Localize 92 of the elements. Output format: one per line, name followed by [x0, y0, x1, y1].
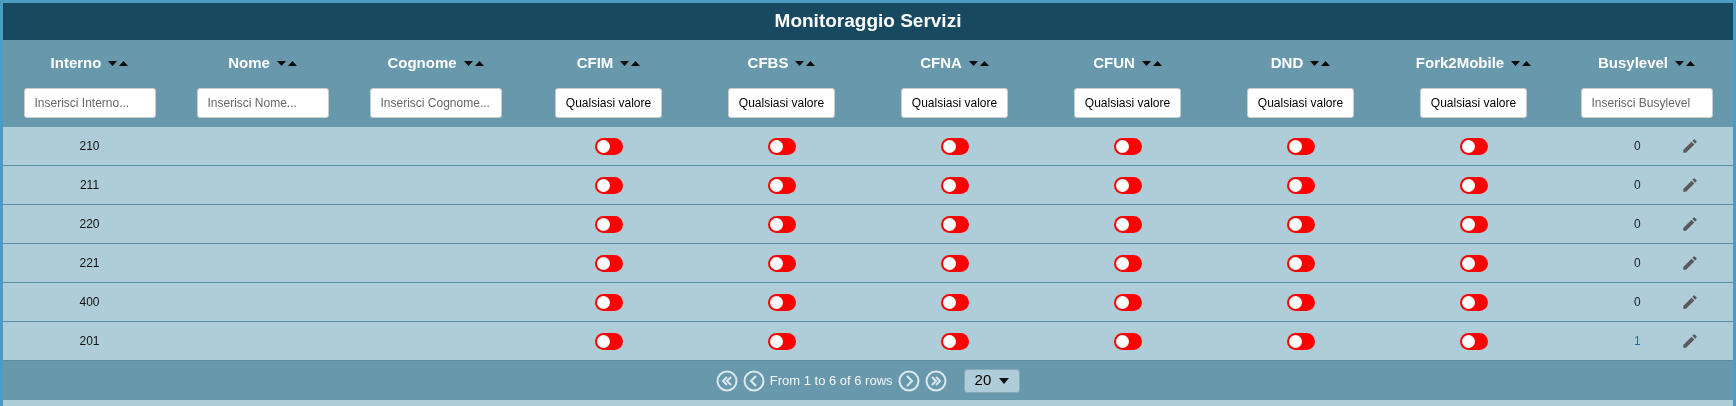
toggle-switch[interactable] — [1459, 176, 1488, 194]
next-page-icon[interactable] — [897, 369, 920, 392]
column-header[interactable]: Busylevel — [1597, 51, 1668, 75]
edit-icon[interactable] — [1680, 176, 1699, 194]
sort-icon[interactable] — [463, 59, 484, 67]
toggle-switch[interactable] — [1286, 215, 1315, 233]
busylevel-value: 0 — [1634, 255, 1641, 272]
toggle-switch[interactable] — [594, 332, 623, 350]
toggle-switch[interactable] — [594, 293, 623, 311]
toggle-switch[interactable] — [1113, 137, 1142, 155]
filter-select[interactable]: Qualsiasi valore — [1246, 88, 1355, 118]
column-header[interactable]: Cognome — [387, 51, 457, 75]
toggle-switch[interactable] — [767, 137, 796, 155]
toggle-switch[interactable] — [940, 215, 969, 233]
sort-icon[interactable] — [1675, 59, 1695, 67]
column-header[interactable]: CFBS — [747, 51, 789, 75]
edit-icon[interactable] — [1680, 293, 1699, 311]
edit-icon[interactable] — [1680, 137, 1699, 155]
toggle-switch[interactable] — [1286, 293, 1315, 311]
filter-input[interactable]: Inserisci Interno... — [23, 88, 156, 118]
sort-icon[interactable] — [1310, 59, 1331, 67]
toggle-switch[interactable] — [1459, 137, 1488, 155]
filter-select[interactable]: Qualsiasi valore — [900, 88, 1009, 118]
toggle-switch[interactable] — [1459, 215, 1488, 233]
table-cell-text: 211 — [79, 177, 100, 194]
busylevel-value: 0 — [1634, 177, 1641, 194]
table-cell-text: 400 — [79, 294, 100, 311]
toggle-switch[interactable] — [594, 137, 623, 155]
filter-select[interactable]: Qualsiasi valore — [1073, 88, 1182, 118]
toggle-switch[interactable] — [594, 176, 623, 194]
column-header[interactable]: Interno — [50, 51, 102, 75]
toggle-switch[interactable] — [767, 332, 796, 350]
toggle-switch[interactable] — [1286, 176, 1315, 194]
toggle-switch[interactable] — [1286, 332, 1315, 350]
toggle-switch[interactable] — [1459, 293, 1488, 311]
previous-page-icon[interactable] — [742, 369, 765, 392]
table-cell-text: 221 — [79, 255, 100, 272]
filter-input[interactable]: Inserisci Busylevel — [1580, 88, 1713, 118]
toggle-switch[interactable] — [1286, 254, 1315, 272]
filter-input[interactable]: Inserisci Cognome... — [369, 88, 502, 118]
busylevel-value: 0 — [1634, 138, 1641, 155]
toggle-switch[interactable] — [594, 215, 623, 233]
toggle-switch[interactable] — [1113, 332, 1142, 350]
last-page-icon[interactable] — [924, 369, 947, 392]
toggle-switch[interactable] — [940, 332, 969, 350]
pagination-info: From 1 to 6 of 6 rows — [769, 371, 893, 390]
sort-icon[interactable] — [1511, 59, 1532, 67]
column-header[interactable]: Nome — [228, 51, 270, 75]
page-size-select[interactable]: 20 — [963, 368, 1021, 393]
sort-icon[interactable] — [620, 59, 641, 67]
sort-icon[interactable] — [795, 59, 816, 67]
toggle-switch[interactable] — [594, 254, 623, 272]
table-title: Monitoraggio Servizi — [774, 9, 962, 34]
toggle-switch[interactable] — [1113, 176, 1142, 194]
edit-icon[interactable] — [1680, 254, 1699, 272]
toggle-switch[interactable] — [1113, 215, 1142, 233]
toggle-switch[interactable] — [940, 176, 969, 194]
toggle-switch[interactable] — [1113, 293, 1142, 311]
column-header[interactable]: CFUN — [1093, 51, 1135, 75]
caret-icon — [999, 377, 1010, 384]
sort-icon[interactable] — [276, 59, 297, 67]
column-header[interactable]: CFIM — [576, 51, 614, 75]
busylevel-value[interactable]: 1 — [1634, 332, 1641, 350]
edit-icon[interactable] — [1680, 215, 1699, 233]
toggle-switch[interactable] — [1459, 332, 1488, 350]
edit-icon[interactable] — [1680, 332, 1699, 350]
toggle-switch[interactable] — [1459, 254, 1488, 272]
filter-select[interactable]: Qualsiasi valore — [1419, 88, 1528, 118]
sort-icon[interactable] — [108, 59, 129, 67]
column-header[interactable]: CFNA — [920, 51, 962, 75]
toggle-switch[interactable] — [940, 137, 969, 155]
sort-icon[interactable] — [968, 59, 989, 67]
table-cell-text: 210 — [79, 138, 100, 155]
toggle-switch[interactable] — [767, 176, 796, 194]
toggle-switch[interactable] — [940, 293, 969, 311]
table-cell-text: 220 — [79, 216, 100, 233]
busylevel-value: 0 — [1634, 294, 1641, 311]
filter-input[interactable]: Inserisci Nome... — [196, 88, 329, 118]
toggle-switch[interactable] — [940, 254, 969, 272]
toggle-switch[interactable] — [767, 215, 796, 233]
table-cell-text: 201 — [79, 333, 100, 350]
first-page-icon[interactable] — [715, 369, 738, 392]
filter-select[interactable]: Qualsiasi valore — [554, 88, 663, 118]
toggle-switch[interactable] — [767, 254, 796, 272]
toggle-switch[interactable] — [1113, 254, 1142, 272]
toggle-switch[interactable] — [1286, 137, 1315, 155]
busylevel-value: 0 — [1634, 216, 1641, 233]
column-header[interactable]: Fork2Mobile — [1415, 51, 1505, 75]
sort-icon[interactable] — [1141, 59, 1162, 67]
filter-select[interactable]: Qualsiasi valore — [727, 88, 836, 118]
column-header[interactable]: DND — [1270, 51, 1304, 75]
toggle-switch[interactable] — [767, 293, 796, 311]
